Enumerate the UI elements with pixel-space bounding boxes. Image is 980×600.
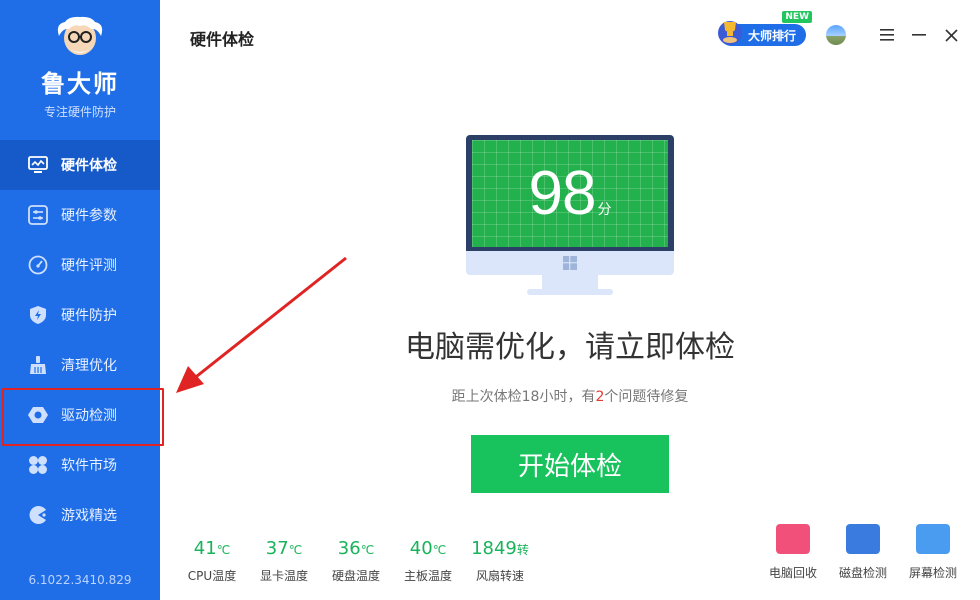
game-controller-icon (28, 505, 48, 525)
sidebar-item-hardware-check[interactable]: 硬件体检 (0, 140, 160, 190)
minimize-icon (912, 34, 926, 36)
menu-button[interactable] (878, 26, 896, 44)
avatar[interactable] (826, 25, 846, 45)
tool-disk-check[interactable]: 磁盘检测 (828, 524, 898, 581)
speedometer-icon (28, 255, 48, 275)
sidebar-item-label: 游戏精选 (61, 508, 117, 524)
page-title: 硬件体检 (190, 30, 255, 49)
sidebar-item-games[interactable]: 游戏精选 (0, 490, 160, 540)
broom-icon (28, 355, 48, 375)
screen-icon (916, 524, 950, 554)
sidebar-item-driver-check[interactable]: 驱动检测 (0, 388, 164, 446)
grid-blocks-icon (28, 455, 48, 475)
sidebar-item-label: 硬件参数 (61, 208, 117, 224)
sidebar-item-hardware-params[interactable]: 硬件参数 (0, 190, 160, 240)
stat-fan-speed: 1849转 风扇转速 (471, 538, 529, 583)
score-value: 98 (528, 159, 597, 228)
sidebar-item-software-market[interactable]: 软件市场 (0, 440, 160, 490)
start-check-button[interactable]: 开始体检 (471, 435, 669, 493)
sidebar-item-hardware-benchmark[interactable]: 硬件评测 (0, 240, 160, 290)
brand-name: 鲁大师 (41, 70, 119, 98)
sidebar-item-label: 清理优化 (61, 358, 117, 374)
sidebar-item-label: 硬件评测 (61, 258, 117, 274)
sliders-icon (28, 205, 48, 225)
version-label: 6.1022.3410.829 (28, 573, 132, 587)
score-monitor: 98 分 (466, 135, 674, 295)
stat-board-temp: 40℃ 主板温度 (403, 538, 452, 583)
close-button[interactable] (942, 26, 960, 44)
sidebar-item-label: 硬件体检 (61, 158, 117, 174)
rank-label: 大师排行 (747, 28, 796, 43)
master-lu-logo-icon (51, 12, 109, 62)
monitor-chart-icon (28, 155, 48, 175)
sidebar-item-label: 驱动检测 (61, 408, 117, 424)
windows-logo-icon (563, 256, 577, 270)
new-badge: NEW (782, 11, 812, 23)
close-icon (944, 28, 958, 42)
pig-icon (776, 524, 810, 554)
gear-hex-icon (28, 405, 48, 425)
tool-pc-recycle[interactable]: 电脑回收 (758, 524, 828, 581)
temperature-stats: 41℃ CPU温度 37℃ 显卡温度 36℃ 硬盘温度 40℃ 主板温度 184… (176, 538, 536, 584)
monitor-screen: 98 分 (466, 135, 674, 251)
rank-button[interactable]: 大师排行 NEW (717, 11, 812, 46)
sidebar-item-hardware-protection[interactable]: 硬件防护 (0, 290, 160, 340)
trophy-icon (716, 16, 744, 46)
status-headline: 电脑需优化，请立即体检 (405, 330, 735, 365)
minimize-button[interactable] (910, 26, 928, 44)
stat-disk-temp: 36℃ 硬盘温度 (331, 538, 380, 583)
score-unit: 分 (597, 201, 612, 218)
logo: 鲁大师 专注硬件防护 (0, 12, 160, 120)
header-toolbar: 大师排行 NEW (717, 11, 960, 52)
sidebar-item-label: 硬件防护 (61, 308, 117, 324)
brand-tagline: 专注硬件防护 (43, 105, 116, 119)
sidebar-item-label: 软件市场 (61, 458, 117, 474)
sidebar: 鲁大师 专注硬件防护 硬件体检 硬件参数 硬件评测 硬件防护 清理优化 驱动检测… (0, 0, 164, 600)
status-subline: 距上次体检18小时，有2个问题待修复 (451, 389, 689, 405)
hamburger-icon (880, 29, 894, 41)
tool-screen-check[interactable]: 屏幕检测 (898, 524, 968, 581)
disk-icon (846, 524, 880, 554)
bottom-tools: 电脑回收 磁盘检测 屏幕检测 (758, 524, 968, 581)
stat-gpu-temp: 37℃ 显卡温度 (259, 538, 308, 583)
stat-cpu-temp: 41℃ CPU温度 (187, 538, 237, 583)
sidebar-item-cleanup[interactable]: 清理优化 (0, 340, 160, 390)
shield-bolt-icon (28, 305, 48, 325)
sidebar-nav: 硬件体检 硬件参数 硬件评测 硬件防护 清理优化 驱动检测 软件市场 游戏精选 (0, 140, 164, 540)
